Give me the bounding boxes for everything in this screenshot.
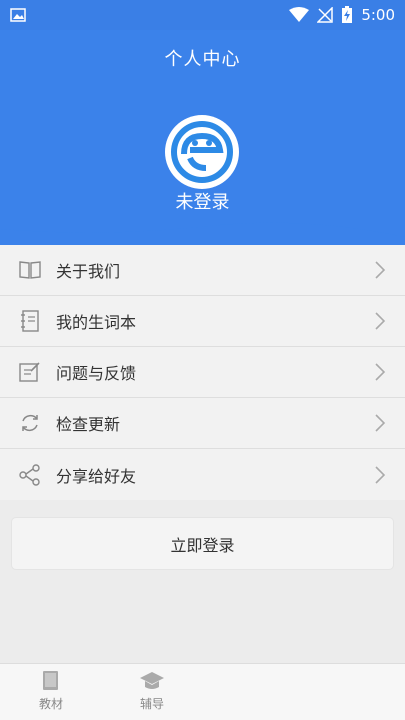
chevron-right-icon <box>375 363 386 381</box>
menu-item-about-us[interactable]: 关于我们 <box>0 245 405 296</box>
no-signal-icon <box>317 7 334 23</box>
page-title: 个人中心 <box>164 49 241 70</box>
tab-label: 教材 <box>38 697 63 711</box>
chevron-right-icon <box>375 465 386 484</box>
settings-menu: 关于我们 我的生词本 问题与反馈 检查更新 分享给好友 <box>0 245 405 500</box>
tab-label: 辅导 <box>139 697 164 711</box>
tab-tutoring[interactable]: 辅导 <box>122 670 182 712</box>
share-icon <box>18 463 42 487</box>
login-status: 未登录 <box>175 192 230 213</box>
bottom-nav: 教材 辅导 <box>0 663 405 720</box>
menu-item-feedback[interactable]: 问题与反馈 <box>0 347 405 398</box>
status-time: 5:00 <box>361 6 395 24</box>
battery-charging-icon <box>342 6 353 23</box>
notebook-icon <box>18 309 42 333</box>
status-bar: 5:00 <box>0 0 405 30</box>
book-icon <box>18 258 42 282</box>
menu-item-label: 检查更新 <box>56 415 121 434</box>
chevron-right-icon <box>375 261 386 279</box>
avatar[interactable] <box>165 115 239 189</box>
refresh-icon <box>18 411 42 435</box>
menu-item-check-update[interactable]: 检查更新 <box>0 398 405 449</box>
app-logo-icon <box>171 121 233 183</box>
graduation-cap-icon <box>140 672 164 689</box>
menu-item-vocabulary-book[interactable]: 我的生词本 <box>0 296 405 347</box>
menu-item-label: 分享给好友 <box>56 466 137 486</box>
menu-item-label: 关于我们 <box>56 262 121 281</box>
feedback-edit-icon <box>18 360 42 384</box>
login-button[interactable]: 立即登录 <box>12 518 393 569</box>
menu-item-share[interactable]: 分享给好友 <box>0 449 405 500</box>
menu-item-label: 我的生词本 <box>56 313 137 332</box>
wifi-icon <box>289 7 310 22</box>
chevron-right-icon <box>375 312 386 330</box>
gallery-notification-icon <box>10 8 26 22</box>
textbook-icon <box>43 671 58 690</box>
chevron-right-icon <box>375 414 386 432</box>
menu-item-label: 问题与反馈 <box>56 364 137 383</box>
tab-textbook[interactable]: 教材 <box>21 670 81 712</box>
